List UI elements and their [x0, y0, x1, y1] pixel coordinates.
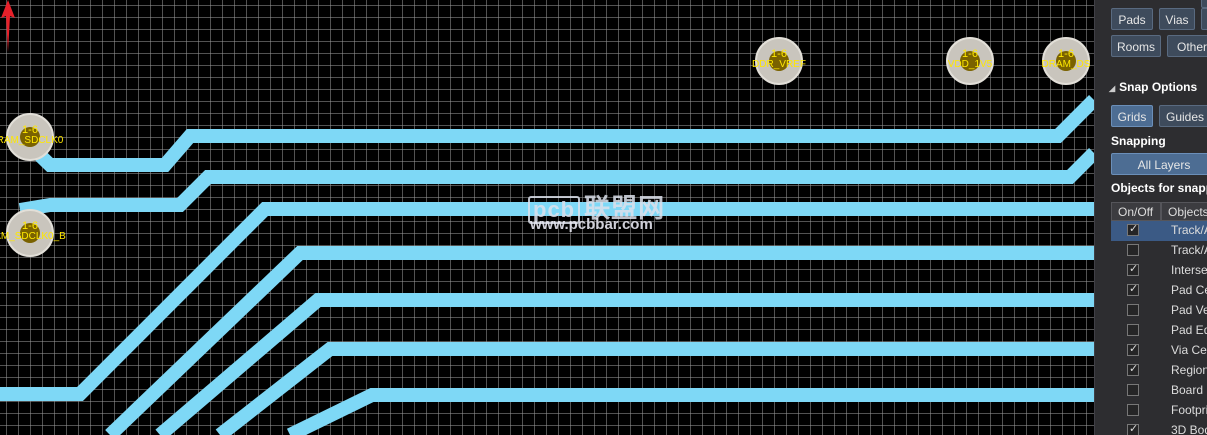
snap-options-header[interactable]: ◢ Snap Options: [1109, 80, 1197, 94]
snap-checkbox[interactable]: [1127, 244, 1139, 256]
watermark-url: www.pcbbar.com: [530, 216, 653, 233]
filter-pads-button[interactable]: Pads: [1111, 8, 1153, 30]
checkmark-icon: ✓: [1129, 283, 1139, 295]
table-row[interactable]: Pad Vertices: [1111, 301, 1207, 321]
table-row[interactable]: Track/Arc Vertices: [1111, 241, 1207, 261]
snap-checkbox[interactable]: [1127, 304, 1139, 316]
pcb-track: [286, 388, 1094, 435]
watermark: pcb 联盟网 www.pcbbar.com: [528, 188, 688, 238]
snap-checkbox[interactable]: ✓: [1127, 263, 1139, 276]
filter-other-button[interactable]: Other: [1167, 35, 1207, 57]
via-net-label: DDR_VREF: [752, 59, 806, 70]
table-row[interactable]: ✓ Regions: [1111, 361, 1207, 381]
objects-for-snapping-label: Objects for snapping: [1111, 181, 1207, 195]
snap-object-name: Track/Arc Centers: [1171, 223, 1207, 237]
via-net-label: DRAM_DS: [1041, 59, 1091, 70]
snap-object-name: Pad Edges: [1171, 323, 1207, 337]
snap-options-title: Snap Options: [1119, 80, 1198, 94]
collapse-triangle-icon: ◢: [1109, 84, 1116, 93]
table-row[interactable]: Board Shape: [1111, 381, 1207, 401]
checkmark-icon: ✓: [1129, 223, 1139, 235]
all-layers-button[interactable]: All Layers: [1111, 153, 1207, 175]
pcb-canvas[interactable]: 1-6 RAM_SDCLK0 1-6 AM_SDCLK0_B 1-6 DDR_V…: [0, 0, 1094, 435]
snap-checkbox[interactable]: [1127, 384, 1139, 396]
filter-extra-button[interactable]: [1201, 8, 1207, 30]
via-am-sdclk0-b[interactable]: 1-6 AM_SDCLK0_B: [0, 209, 66, 257]
snap-object-name: Pad Vertices: [1171, 303, 1207, 317]
snap-object-name: Footprint Origins: [1171, 403, 1207, 417]
via-net-label: AM_SDCLK0_B: [0, 231, 66, 242]
table-row[interactable]: ✓ 3D Body Snap Points: [1111, 421, 1207, 435]
snap-checkbox[interactable]: ✓: [1127, 343, 1139, 356]
checkmark-icon: ✓: [1129, 263, 1139, 275]
via-net-label: VDD_1V5: [947, 59, 993, 70]
checkmark-icon: ✓: [1129, 343, 1139, 355]
via-vdd-1v5[interactable]: 1-6 VDD_1V5: [946, 37, 994, 85]
snap-object-name: Regions: [1171, 363, 1207, 377]
snap-checkbox[interactable]: ✓: [1127, 363, 1139, 376]
red-arrow-icon: [1, 0, 15, 52]
col-header-objects[interactable]: Objects: [1161, 202, 1207, 221]
filter-vias-button[interactable]: Vias: [1159, 8, 1195, 30]
via-dram-ds[interactable]: 1-6 DRAM_DS: [1042, 37, 1090, 85]
snap-object-name: Pad Centers: [1171, 283, 1207, 297]
via-ram-sdclk0[interactable]: 1-6 RAM_SDCLK0: [0, 113, 63, 161]
pcb-track: [15, 95, 1094, 172]
snap-checkbox[interactable]: ✓: [1127, 423, 1139, 435]
snap-object-name: Track/Arc Vertices: [1171, 243, 1207, 257]
table-row[interactable]: Pad Edges: [1111, 321, 1207, 341]
snap-checkbox[interactable]: [1127, 404, 1139, 416]
checkmark-icon: ✓: [1129, 423, 1139, 435]
snap-object-name: Via Centers: [1171, 343, 1207, 357]
filter-top-button[interactable]: [1201, 0, 1207, 8]
table-row[interactable]: ✓ Track/Arc Centers: [1111, 221, 1207, 241]
snap-object-name: Intersections: [1171, 263, 1207, 277]
via-ddr-vref[interactable]: 1-6 DDR_VREF: [752, 37, 806, 85]
table-row[interactable]: ✓ Intersections: [1111, 261, 1207, 281]
guides-button[interactable]: Guides: [1159, 105, 1207, 127]
snap-object-name: 3D Body Snap Points: [1171, 423, 1207, 435]
table-row[interactable]: ✓ Pad Centers: [1111, 281, 1207, 301]
grids-button[interactable]: Grids: [1111, 105, 1153, 127]
snap-checkbox[interactable]: [1127, 324, 1139, 336]
snap-checkbox[interactable]: ✓: [1127, 223, 1139, 236]
filter-rooms-button[interactable]: Rooms: [1111, 35, 1161, 57]
table-row[interactable]: Footprint Origins: [1111, 401, 1207, 421]
snapping-label: Snapping: [1111, 134, 1166, 148]
col-header-onoff[interactable]: On/Off: [1111, 202, 1161, 221]
table-row[interactable]: ✓ Via Centers: [1111, 341, 1207, 361]
via-net-label: RAM_SDCLK0: [0, 135, 64, 146]
snap-object-name: Board Shape: [1171, 383, 1207, 397]
checkmark-icon: ✓: [1129, 363, 1139, 375]
snap-checkbox[interactable]: ✓: [1127, 283, 1139, 296]
properties-panel: Pads Vias Rooms Other ◢ Snap Options Grid…: [1094, 0, 1207, 435]
